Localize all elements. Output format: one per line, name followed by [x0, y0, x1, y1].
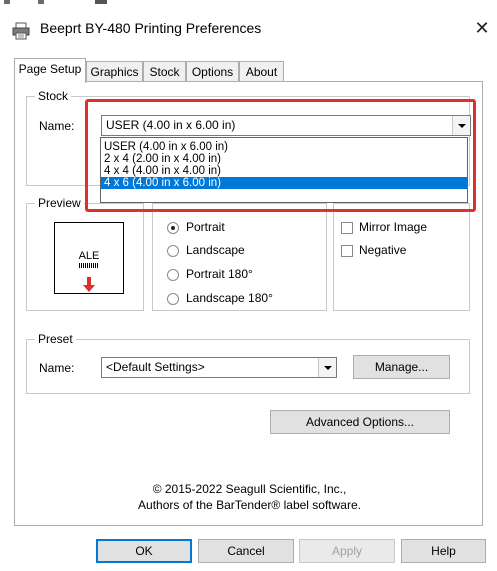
barcode-icon	[79, 263, 99, 268]
portrait-180-label: Portrait 180°	[186, 267, 253, 281]
manage-button[interactable]: Manage...	[353, 355, 450, 379]
negative-label: Negative	[359, 243, 407, 257]
apply-button[interactable]: Apply	[299, 539, 395, 563]
preset-name-combo[interactable]: <Default Settings>	[101, 357, 337, 378]
copyright-line-1: © 2015-2022 Seagull Scientific, Inc.,	[152, 482, 347, 496]
copyright-line-2: Authors of the BarTender® label software…	[138, 498, 361, 512]
arrow-down-icon	[83, 277, 95, 292]
close-icon[interactable]: ✕	[470, 16, 494, 40]
ok-button[interactable]: OK	[96, 539, 192, 563]
tab-stock[interactable]: Stock	[143, 61, 186, 82]
advanced-options-button[interactable]: Advanced Options...	[270, 410, 450, 434]
label-preview: ALE	[54, 222, 124, 294]
tab-options[interactable]: Options	[186, 61, 239, 82]
mirror-image-label: Mirror Image	[359, 220, 428, 234]
preview-sample-text: ALE	[78, 250, 100, 262]
stock-name-label: Name:	[39, 119, 75, 133]
tab-page-setup[interactable]: Page Setup	[14, 58, 86, 83]
mirror-image-checkbox[interactable]	[341, 222, 353, 234]
printer-icon	[12, 22, 30, 40]
tab-graphics[interactable]: Graphics	[86, 61, 143, 82]
tab-about[interactable]: About	[239, 61, 284, 82]
negative-checkbox[interactable]	[341, 245, 353, 257]
landscape-180-radio[interactable]	[167, 293, 179, 305]
preset-combo-value: <Default Settings>	[106, 360, 205, 374]
annotation-highlight-box	[85, 99, 476, 212]
preset-name-label: Name:	[39, 361, 75, 375]
help-button[interactable]: Help	[401, 539, 486, 563]
cancel-button[interactable]: Cancel	[198, 539, 294, 563]
preset-legend: Preset	[35, 332, 76, 346]
landscape-label: Landscape	[186, 243, 245, 257]
chevron-down-icon[interactable]	[318, 358, 336, 377]
landscape-radio[interactable]	[167, 245, 179, 257]
portrait-label: Portrait	[186, 220, 225, 234]
window-title: Beeprt BY-480 Printing Preferences	[40, 20, 262, 36]
landscape-180-label: Landscape 180°	[186, 291, 273, 305]
stock-legend: Stock	[35, 89, 72, 103]
preview-legend: Preview	[35, 196, 84, 210]
portrait-180-radio[interactable]	[167, 269, 179, 281]
portrait-radio[interactable]	[167, 222, 179, 234]
